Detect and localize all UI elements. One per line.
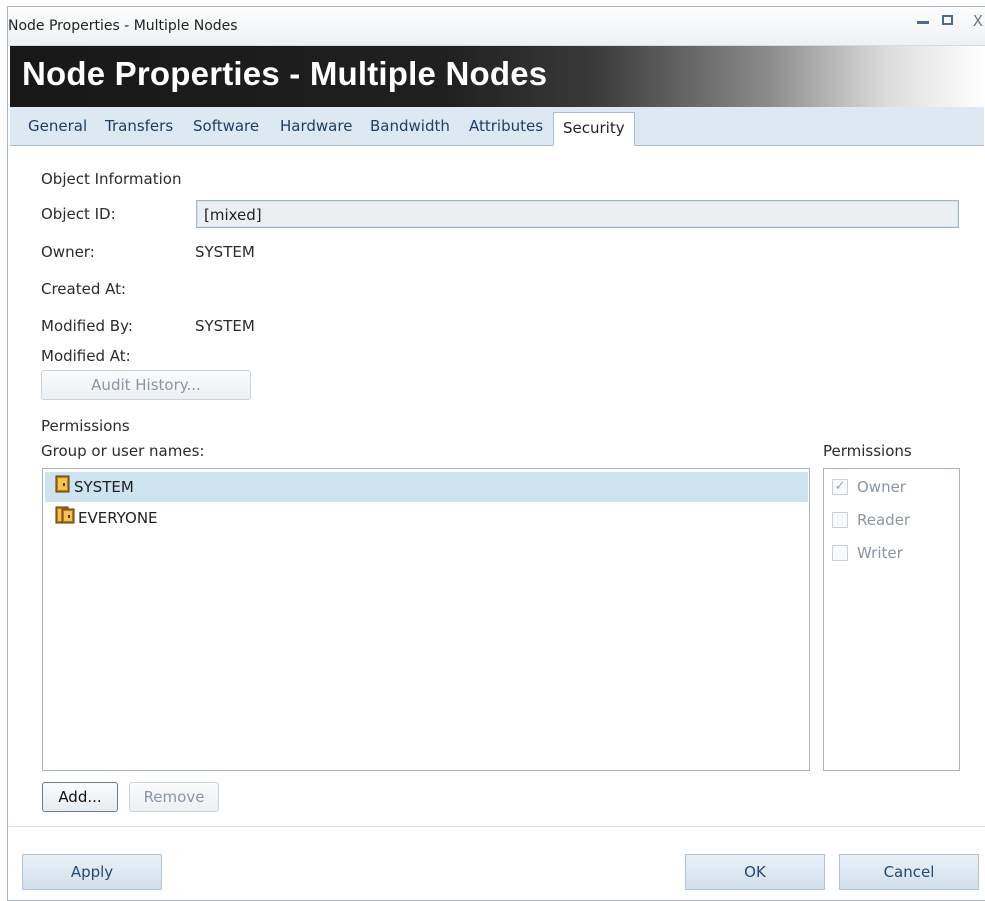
permission-writer[interactable]: Writer [832,541,903,565]
user-list[interactable]: SYSTEM EVERYONE [42,468,810,771]
security-panel: Object Information Object ID: [mixed] Ow… [8,146,985,836]
add-button[interactable]: Add... [42,782,118,812]
user-name: SYSTEM [74,478,134,496]
modified-by-label: Modified By: [41,317,133,335]
apply-button[interactable]: Apply [22,854,162,890]
group-or-user-names-label: Group or user names: [41,442,205,460]
tab-strip: General Transfers Software Hardware Band… [10,107,984,146]
header-banner: Node Properties - Multiple Nodes [10,46,984,107]
permission-reader[interactable]: Reader [832,508,910,532]
minimize-icon[interactable] [917,21,929,24]
tab-general[interactable]: General [28,107,87,145]
permissions-column-label: Permissions [823,442,912,460]
tab-hardware[interactable]: Hardware [280,107,352,145]
tab-attributes[interactable]: Attributes [469,107,543,145]
modified-at-label: Modified At: [41,347,131,365]
cancel-button[interactable]: Cancel [839,854,979,890]
permission-owner[interactable]: ✓ Owner [832,475,906,499]
window-controls: X [8,12,985,35]
user-row-system[interactable]: SYSTEM [45,472,808,502]
checkbox-icon[interactable] [832,544,848,561]
owner-value: SYSTEM [195,243,255,261]
created-at-label: Created At: [41,280,127,298]
user-name: EVERYONE [78,509,158,527]
banner-title: Node Properties - Multiple Nodes [22,55,548,92]
object-id-label: Object ID: [41,205,116,223]
remove-button[interactable]: Remove [129,782,219,812]
checkbox-icon[interactable] [832,511,848,528]
audit-history-button[interactable]: Audit History... [41,370,251,400]
maximize-icon[interactable] [942,15,953,25]
permissions-heading: Permissions [41,417,130,435]
ok-button[interactable]: OK [685,854,825,890]
permission-label: Writer [857,544,903,562]
modified-by-value: SYSTEM [195,317,255,335]
checkbox-checked-icon[interactable]: ✓ [832,478,848,495]
permission-label: Owner [857,478,906,496]
group-icon [55,504,75,534]
permissions-checklist: ✓ Owner Reader Writer [823,468,960,771]
close-icon[interactable]: X [973,12,983,30]
user-icon [55,473,71,503]
tab-security[interactable]: Security [553,112,635,146]
permission-label: Reader [857,511,911,529]
footer-divider [8,826,985,827]
object-id-field[interactable]: [mixed] [196,200,959,228]
object-information-heading: Object Information [41,170,182,188]
properties-window: Node Properties - Multiple Nodes X Node … [7,6,985,901]
tab-transfers[interactable]: Transfers [105,107,173,145]
tab-software[interactable]: Software [193,107,259,145]
title-bar[interactable]: Node Properties - Multiple Nodes X [8,7,985,46]
tab-bandwidth[interactable]: Bandwidth [370,107,450,145]
user-row-everyone[interactable]: EVERYONE [45,503,809,533]
owner-label: Owner: [41,243,95,261]
